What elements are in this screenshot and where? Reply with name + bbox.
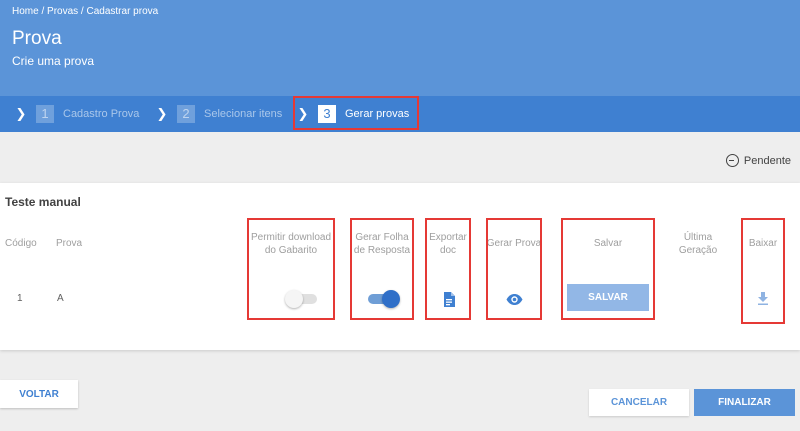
breadcrumb-cadastrar-prova: Cadastrar prova (86, 6, 159, 17)
step-selecionar-itens[interactable]: ❯ 2 Selecionar itens (155, 96, 282, 132)
minus-circle-icon (725, 154, 739, 167)
breadcrumb-separator: / (38, 6, 48, 17)
breadcrumb-provas[interactable]: Provas (47, 6, 78, 17)
column-header-ultima-geracao: Última Geração (668, 231, 728, 257)
cell-codigo: 1 (17, 293, 23, 304)
chevron-right-icon: ❯ (156, 106, 168, 121)
finalizar-button[interactable]: FINALIZAR (694, 389, 795, 416)
breadcrumb: Home / Provas / Cadastrar prova (12, 6, 158, 17)
card-title: Teste manual (5, 195, 81, 209)
page-subtitle: Crie uma prova (12, 54, 95, 68)
column-header-line: Última (683, 232, 713, 243)
column-header-codigo: Código (5, 238, 37, 249)
step-number: 2 (177, 105, 195, 123)
highlight-box (741, 218, 785, 324)
status-label: Pendente (743, 154, 791, 167)
page-header: Home / Provas / Cadastrar prova Prova Cr… (0, 0, 800, 96)
step-cadastro-prova[interactable]: ❯ 1 Cadastro Prova (14, 96, 139, 132)
column-header-line: Geração (678, 245, 718, 256)
highlight-box (425, 218, 471, 320)
column-header-prova: Prova (56, 238, 83, 249)
status-indicator: Pendente (725, 154, 791, 167)
cancelar-button[interactable]: CANCELAR (589, 389, 689, 416)
cell-prova: A (57, 293, 64, 304)
page-title: Prova (12, 28, 62, 49)
highlight-box (561, 218, 655, 320)
highlight-box (247, 218, 335, 320)
breadcrumb-home[interactable]: Home (12, 6, 39, 17)
step-label: Selecionar itens (204, 108, 283, 120)
highlight-box (350, 218, 414, 320)
chevron-right-icon: ❯ (15, 106, 27, 121)
step-number: 1 (36, 105, 54, 123)
breadcrumb-separator: / (78, 6, 87, 17)
highlight-box (486, 218, 542, 320)
voltar-button[interactable]: VOLTAR (0, 380, 78, 408)
step-label: Cadastro Prova (63, 108, 140, 120)
highlight-box (293, 96, 419, 130)
